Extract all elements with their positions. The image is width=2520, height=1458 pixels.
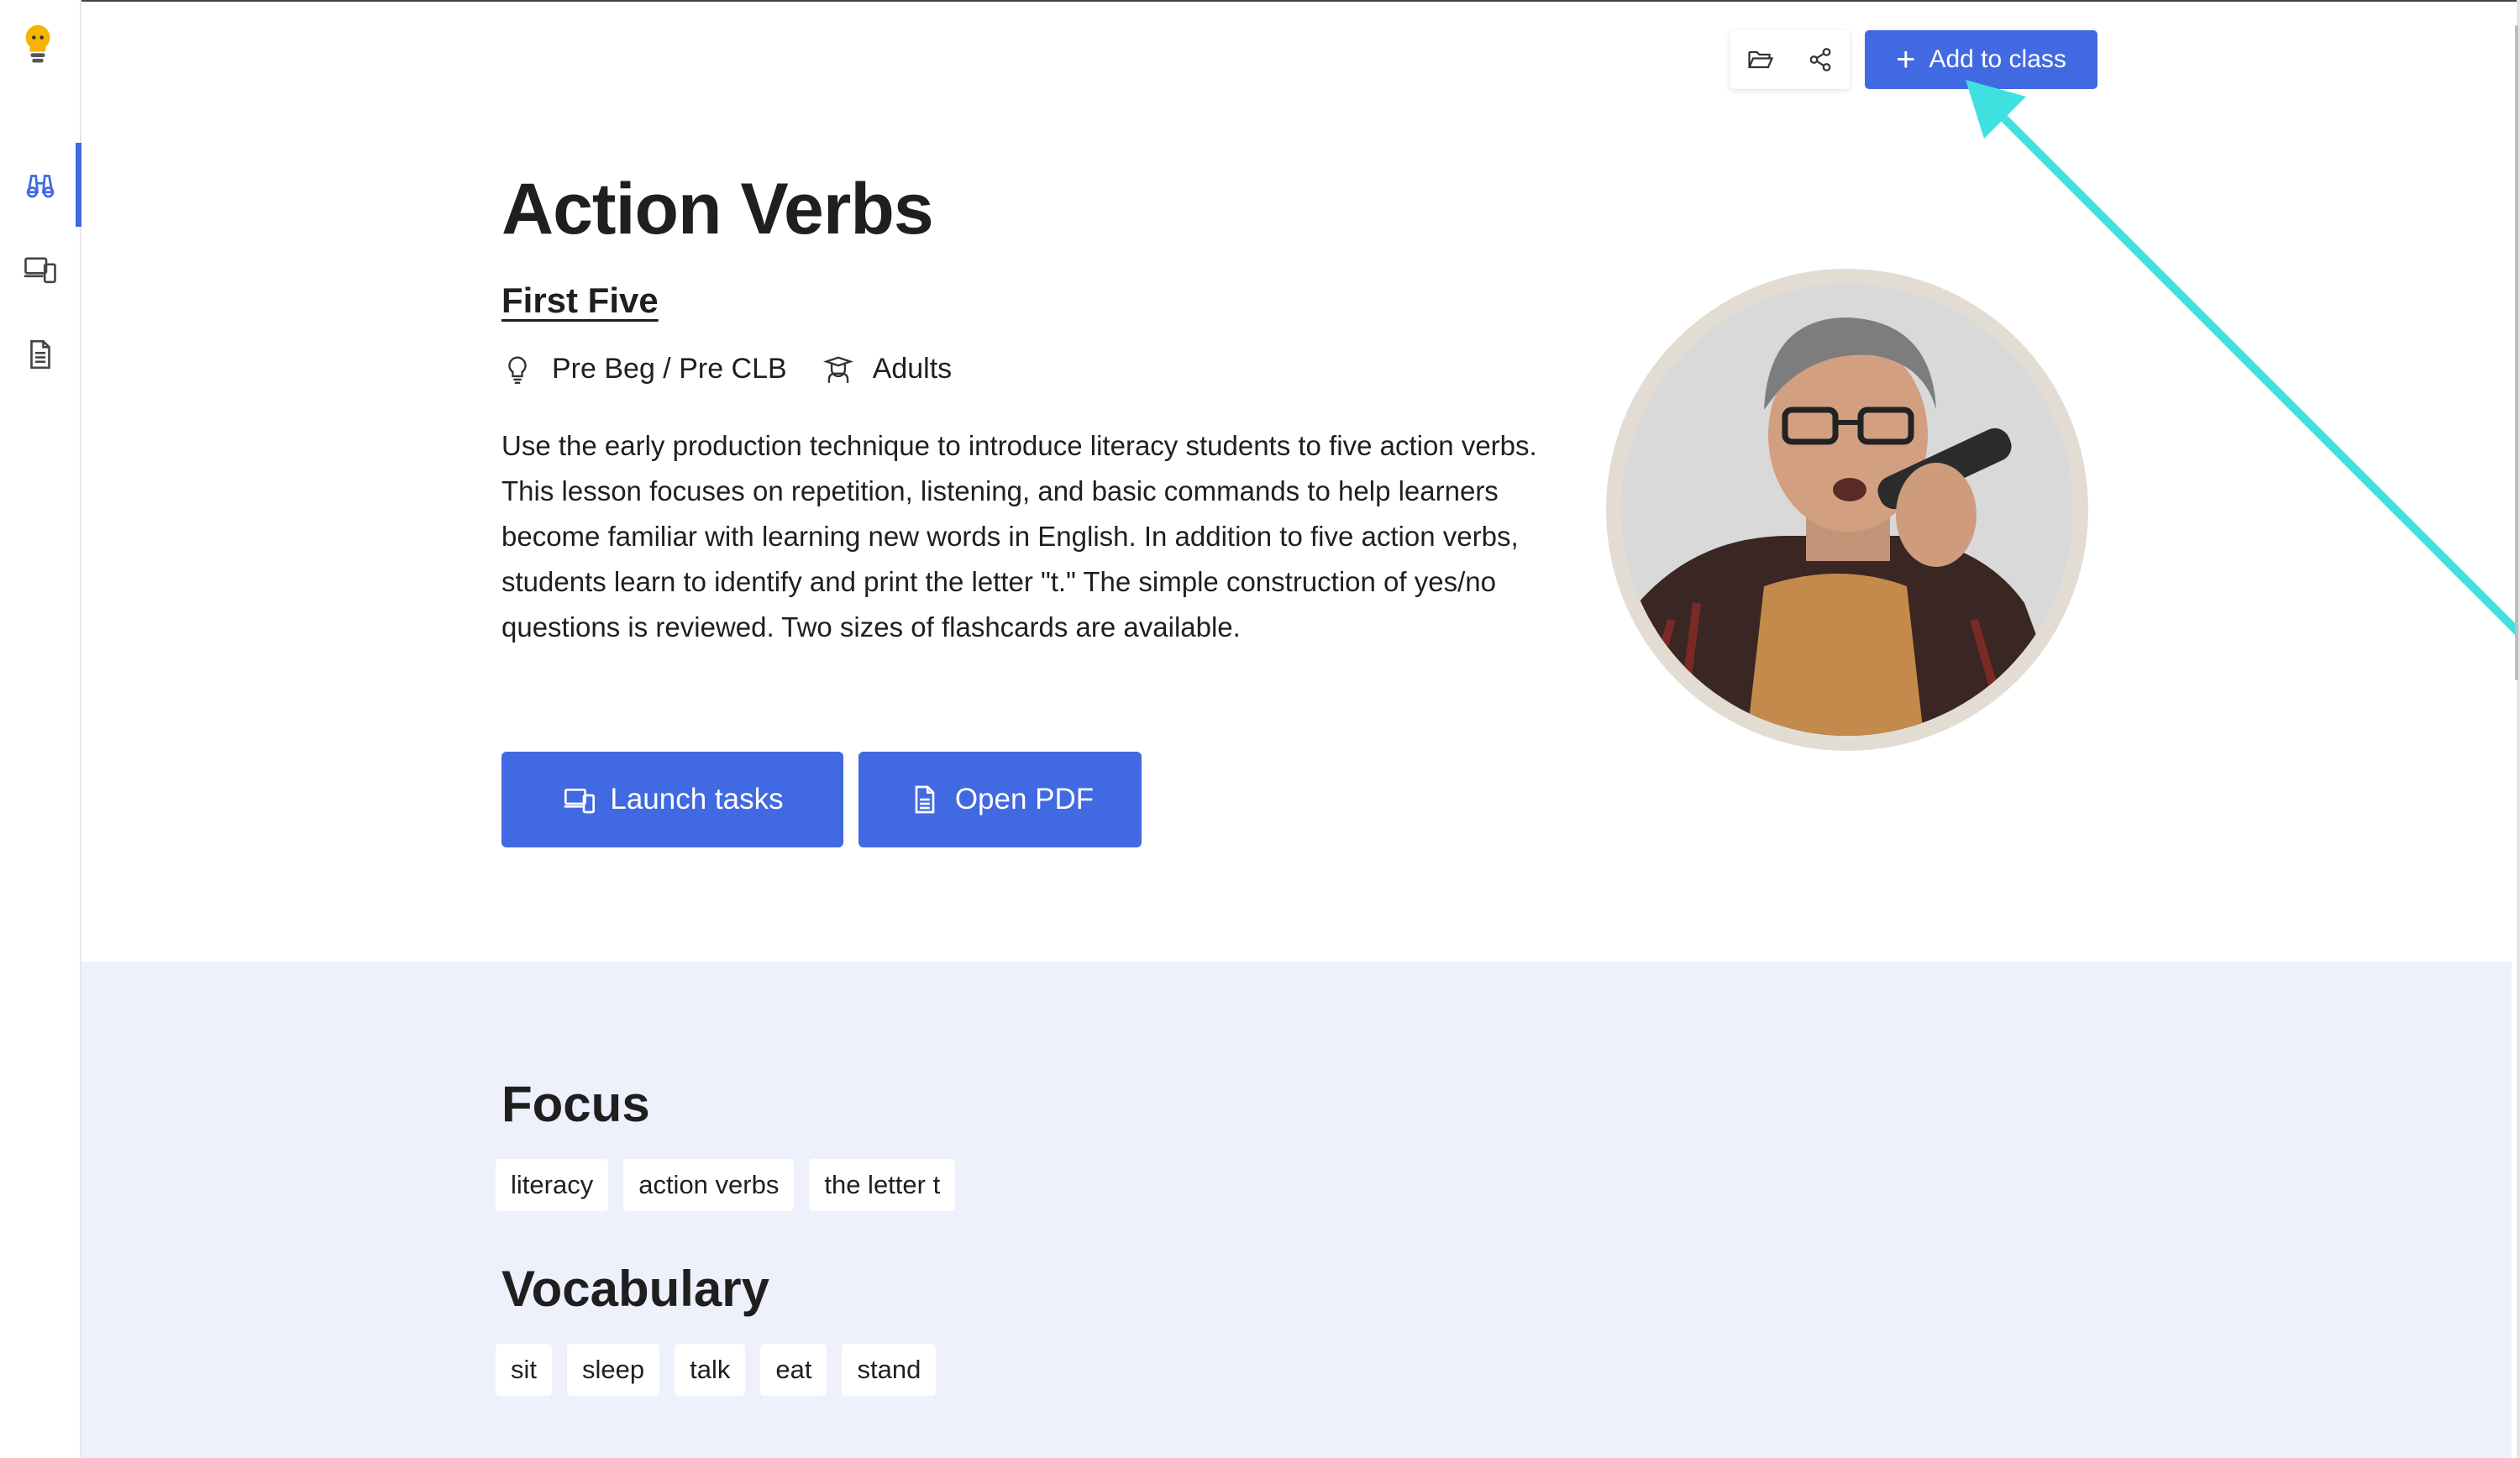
- binoculars-icon: [26, 175, 54, 198]
- share-icon: [1809, 48, 1830, 71]
- lesson-details-section: [81, 962, 2512, 1458]
- vocabulary-tags: sit sleep talk eat stand: [496, 1344, 951, 1396]
- launch-tasks-button[interactable]: Launch tasks: [501, 752, 843, 847]
- annotation-arrow: [1966, 80, 2520, 637]
- vocabulary-heading: Vocabulary: [501, 1261, 770, 1317]
- document-icon: [915, 785, 935, 814]
- page-title: Action Verbs: [501, 169, 934, 249]
- graduate-icon: [822, 355, 853, 383]
- tag: the letter t: [809, 1159, 956, 1211]
- devices-icon: [24, 257, 56, 284]
- tag: talk: [675, 1344, 746, 1396]
- plus-icon: +: [1896, 41, 1916, 78]
- tag: stand: [842, 1344, 937, 1396]
- sidebar: [0, 0, 81, 1458]
- folder-open-icon: [1747, 50, 1773, 69]
- lightbulb-logo-icon[interactable]: [18, 22, 57, 69]
- sidebar-item-explore[interactable]: [0, 143, 81, 227]
- devices-icon: [564, 789, 596, 814]
- focus-heading: Focus: [501, 1076, 650, 1132]
- level-label: Pre Beg / Pre CLB: [552, 353, 787, 385]
- share-button[interactable]: [1790, 30, 1850, 89]
- tag: action verbs: [623, 1159, 795, 1211]
- lesson-series-link[interactable]: First Five: [501, 281, 659, 321]
- lightbulb-icon: [508, 356, 527, 384]
- toolbar-icon-group: [1730, 30, 1850, 89]
- tag: eat: [760, 1344, 827, 1396]
- tag: literacy: [496, 1159, 609, 1211]
- scrollbar-thumb[interactable]: [2515, 25, 2518, 680]
- folder-button[interactable]: [1730, 30, 1790, 89]
- launch-tasks-label: Launch tasks: [610, 783, 784, 816]
- tag: sleep: [567, 1344, 660, 1396]
- focus-tags: literacy action verbs the letter t: [496, 1159, 970, 1211]
- sidebar-item-tasks[interactable]: [0, 227, 80, 311]
- open-pdf-label: Open PDF: [954, 783, 1095, 816]
- sidebar-item-documents[interactable]: [0, 312, 80, 396]
- lesson-description: Use the early production technique to in…: [501, 430, 1537, 642]
- document-icon: [29, 339, 50, 370]
- window-top-border: [0, 0, 2520, 2]
- add-to-class-label: Add to class: [1929, 45, 2066, 73]
- audience-label: Adults: [872, 353, 953, 385]
- tag: sit: [496, 1344, 552, 1396]
- lesson-meta: Pre Beg / Pre CLB Adults: [501, 353, 952, 385]
- open-pdf-button[interactable]: Open PDF: [858, 752, 1142, 847]
